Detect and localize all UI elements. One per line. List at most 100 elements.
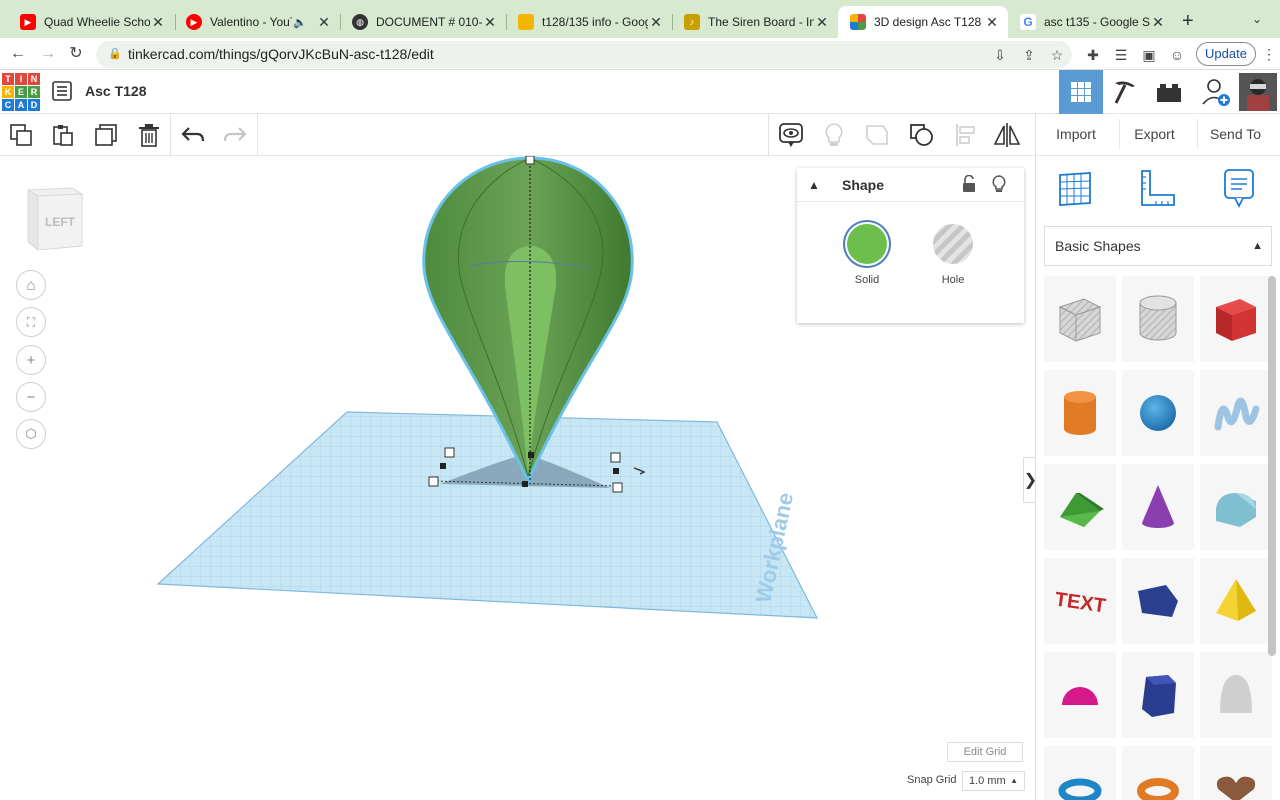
shape-wedge[interactable] [1122,558,1194,644]
close-tab-icon[interactable]: ✕ [316,14,332,31]
shape-half-sphere[interactable] [1044,652,1116,738]
height-handle[interactable] [525,156,535,165]
forward-icon[interactable]: → [38,44,58,64]
browser-tab[interactable]: ▶ Quad Wheelie School ✕ [8,6,174,38]
workplane-grid[interactable] [156,411,819,619]
3d-design-view-button[interactable] [1059,70,1103,114]
bookmark-star-icon[interactable]: ☆ [1048,46,1066,64]
zoom-in-button[interactable]: + [16,345,46,375]
close-tab-icon[interactable]: ✕ [482,14,498,31]
reading-list-icon[interactable]: ☰ [1112,46,1130,64]
browser-tab[interactable]: ◍ DOCUMENT # 010-0C ✕ [340,6,506,38]
snap-grid-select[interactable]: 1.0 mm ▲ [962,771,1025,791]
invite-collaborator-button[interactable] [1194,70,1238,114]
hole-option[interactable]: Hole [923,224,983,286]
edge-handle[interactable] [528,452,534,458]
browser-tab[interactable]: t128/135 info - Google ✕ [506,6,672,38]
paste-button[interactable] [49,121,77,149]
shape-roof[interactable] [1044,464,1116,550]
back-icon[interactable]: ← [8,44,28,64]
zoom-out-button[interactable]: − [16,382,46,412]
group-button[interactable] [864,121,892,149]
undo-button[interactable] [179,121,207,149]
export-button[interactable]: Export [1119,119,1189,149]
mirror-button[interactable] [993,121,1021,149]
solid-option[interactable]: Solid [837,224,897,286]
shape-cylinder-hole[interactable] [1122,276,1194,362]
corner-handle[interactable] [428,476,439,487]
redo-button[interactable] [221,121,249,149]
align-button[interactable] [952,121,980,149]
solid-color-swatch[interactable] [847,224,887,264]
edge-handle[interactable] [613,468,619,474]
browser-tab[interactable]: ♪ The Siren Board - Indi ✕ [672,6,838,38]
side-panel-icon[interactable]: ▣ [1140,46,1158,64]
corner-handle[interactable] [444,447,455,458]
close-tab-icon[interactable]: ✕ [984,14,1000,31]
tab-search-chevron-icon[interactable]: ⌄ [1252,12,1262,26]
visibility-bulb-icon[interactable] [992,175,1006,198]
collapse-caret-icon[interactable]: ▲ [808,178,820,192]
workplane-tool-button[interactable] [1055,168,1095,208]
edit-grid-button[interactable]: Edit Grid [947,742,1023,762]
3d-viewport[interactable]: Workplane LEFT ⌂ ⛶ + − ⬡ ▲ Shape Solid H… [0,156,1035,800]
shape-text[interactable]: TEXT [1044,558,1116,644]
shape-paraboloid[interactable] [1200,652,1272,738]
profile-avatar-icon[interactable]: ☺ [1168,46,1186,64]
panel-scrollbar[interactable] [1268,276,1276,656]
reload-icon[interactable]: ↻ [66,44,86,64]
home-view-button[interactable]: ⌂ [16,270,46,300]
tinkercad-logo[interactable]: T I N K E R C A D [2,73,40,111]
url-input[interactable]: 🔒 tinkercad.com/things/gQorvJKcBuN-asc-t… [96,41,1072,68]
shape-box-hole[interactable] [1044,276,1116,362]
send-to-button[interactable]: Send To [1197,119,1273,149]
close-tab-icon[interactable]: ✕ [648,14,664,31]
lock-icon[interactable] [962,174,976,198]
hole-swatch[interactable] [933,224,973,264]
copy-button[interactable] [7,121,35,149]
duplicate-button[interactable] [92,121,120,149]
shape-sphere[interactable] [1122,370,1194,456]
shape-cone[interactable] [1122,464,1194,550]
browser-tab-active[interactable]: 3D design Asc T128 | ✕ [838,6,1008,38]
install-app-icon[interactable]: ⇩ [991,46,1009,64]
perspective-toggle-button[interactable]: ⬡ [16,419,46,449]
ruler-tool-button[interactable] [1137,168,1177,208]
shape-box[interactable] [1200,276,1272,362]
edge-handle[interactable] [522,481,528,487]
corner-handle[interactable] [610,452,621,463]
share-icon[interactable]: ⇪ [1020,46,1038,64]
update-button[interactable]: Update [1196,42,1256,66]
user-avatar[interactable] [1238,70,1278,114]
ungroup-button[interactable] [908,121,936,149]
design-title[interactable]: Asc T128 [85,83,146,99]
corner-handle[interactable] [612,482,623,493]
browser-tab[interactable]: ▶ Valentino - YouTube 🔈 ✕ [174,6,340,38]
shape-cylinder[interactable] [1044,370,1116,456]
new-tab-icon[interactable]: + [1182,10,1194,33]
notes-panel-button[interactable] [1219,168,1259,208]
shape-polygon[interactable] [1122,652,1194,738]
shape-tube[interactable] [1122,746,1194,800]
design-menu-icon[interactable] [52,81,72,106]
shape-scribble[interactable] [1200,370,1272,456]
close-tab-icon[interactable]: ✕ [1150,14,1166,31]
notes-tool-button[interactable] [777,121,805,149]
delete-button[interactable] [135,121,163,149]
shape-library-select[interactable]: Basic Shapes ▲ [1044,226,1272,266]
edge-handle[interactable] [440,463,446,469]
close-tab-icon[interactable]: ✕ [150,14,166,31]
shape-heart[interactable] [1200,746,1272,800]
minecraft-pickaxe-button[interactable] [1103,70,1147,114]
extensions-icon[interactable]: ✚ [1084,46,1102,64]
shape-torus[interactable] [1044,746,1116,800]
bricks-view-button[interactable] [1147,70,1191,114]
show-all-button[interactable] [820,121,848,149]
fit-view-button[interactable]: ⛶ [16,307,46,337]
shape-pyramid[interactable] [1200,558,1272,644]
close-tab-icon[interactable]: ✕ [814,14,830,31]
speaker-icon[interactable]: 🔈 [292,16,308,29]
browser-tab[interactable]: G asc t135 - Google Sea ✕ [1008,6,1174,38]
chrome-menu-icon[interactable]: ⋮ [1262,46,1276,63]
view-cube[interactable]: LEFT [24,184,84,252]
